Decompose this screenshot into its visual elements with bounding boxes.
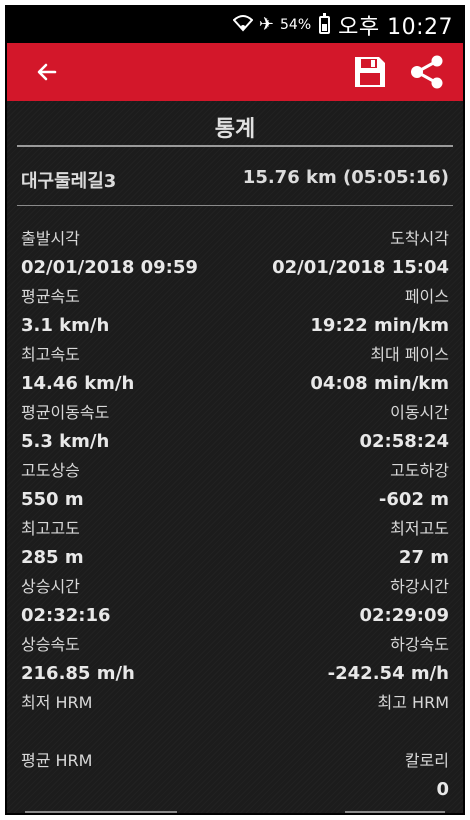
stat-ascent-speed: 상승속도 216.85 m/h (21, 631, 135, 684)
stat-value: 550 m (21, 489, 84, 510)
stat-label: 상승속도 (21, 635, 80, 654)
stat-descent-speed: 하강속도 -242.54 m/h (328, 631, 449, 684)
battery-icon (319, 13, 331, 34)
stat-value: -602 m (378, 489, 449, 510)
stat-max-pace: 최대 페이스 04:08 min/km (310, 341, 449, 394)
stat-arrival: 도착시각 02/01/2018 15:04 (272, 225, 449, 278)
stat-label: 최고고도 (21, 519, 80, 538)
route-distance-time: 15.76 km (05:05:16) (242, 167, 449, 188)
stat-label: 상승시간 (21, 577, 80, 596)
section-title: 통계 (214, 117, 256, 142)
stat-label: 평균이동속도 (21, 403, 110, 422)
stat-value: 216.85 m/h (21, 663, 135, 684)
phone-screen: ✈ 54% 오후 10:27 통계 대구둘레길3 15.76 km (05:05… (5, 5, 465, 815)
app-bar (7, 43, 463, 101)
stat-label: 도착시각 (390, 229, 449, 248)
stat-value: 0 (436, 779, 449, 800)
stat-pace: 페이스 19:22 min/km (310, 283, 449, 336)
stat-average-hrm: 평균 HRM (21, 747, 92, 779)
stat-label: 출발시각 (21, 229, 80, 248)
stat-label: 고도상승 (21, 461, 80, 480)
route-divider (17, 205, 453, 206)
title-divider (17, 145, 453, 147)
battery-percent: 54% (280, 17, 312, 33)
stat-value: 14.46 km/h (21, 373, 135, 394)
stat-label: 평균 HRM (21, 751, 93, 770)
stat-label: 페이스 (404, 287, 449, 306)
airplane-icon: ✈ (258, 14, 274, 35)
stat-value: 04:08 min/km (310, 373, 449, 394)
stat-value: 02:58:24 (359, 431, 449, 452)
status-bar: ✈ 54% 오후 10:27 (7, 7, 463, 43)
stat-elevation-loss: 고도하강 -602 m (379, 457, 449, 510)
floppy-disk-icon[interactable] (353, 55, 387, 89)
stat-label: 최고속도 (21, 345, 80, 364)
stat-calories: 칼로리 0 (405, 747, 449, 800)
route-name: 대구둘레길3 (21, 171, 117, 192)
stat-label: 최저 HRM (21, 693, 93, 712)
stat-value: -242.54 m/h (327, 663, 449, 684)
clock: 오후 10:27 (338, 15, 453, 40)
stat-label: 칼로리 (404, 751, 449, 770)
stat-label: 최대 페이스 (370, 345, 449, 364)
stat-value: 02/01/2018 15:04 (272, 257, 449, 278)
stat-label: 평균속도 (21, 287, 80, 306)
wifi-icon (232, 14, 254, 36)
stat-value: 19:22 min/km (310, 315, 449, 336)
stat-max-altitude: 최고고도 285 m (21, 515, 84, 568)
stat-descent-time: 하강시간 02:29:09 (359, 573, 449, 626)
stat-value: 3.1 km/h (21, 315, 110, 336)
stat-label: 최저고도 (390, 519, 449, 538)
bottom-button-left[interactable] (25, 811, 177, 813)
stat-max-hrm: 최고 HRM (378, 689, 449, 721)
stat-average-speed: 평균속도 3.1 km/h (21, 283, 109, 336)
stat-value: 02/01/2018 09:59 (21, 257, 198, 278)
stat-min-hrm: 최저 HRM (21, 689, 92, 721)
stat-label: 하강속도 (390, 635, 449, 654)
stat-label: 최고 HRM (377, 693, 449, 712)
share-icon[interactable] (409, 55, 445, 89)
stat-moving-time: 이동시간 02:58:24 (359, 399, 449, 452)
stat-min-altitude: 최저고도 27 m (390, 515, 449, 568)
stat-max-speed: 최고속도 14.46 km/h (21, 341, 134, 394)
stat-elevation-gain: 고도상승 550 m (21, 457, 84, 510)
stat-label: 이동시간 (390, 403, 449, 422)
stat-average-moving-speed: 평균이동속도 5.3 km/h (21, 399, 109, 452)
stat-value: 02:32:16 (21, 605, 111, 626)
stat-departure: 출발시각 02/01/2018 09:59 (21, 225, 198, 278)
arrow-left-icon[interactable] (29, 54, 65, 90)
stat-label: 하강시간 (390, 577, 449, 596)
stat-label: 고도하강 (390, 461, 449, 480)
stat-value: 02:29:09 (359, 605, 449, 626)
stat-value: 5.3 km/h (21, 431, 110, 452)
stat-value: 27 m (398, 547, 449, 568)
stats-panel: 통계 대구둘레길3 15.76 km (05:05:16) 출발시각 02/01… (7, 101, 463, 813)
bottom-button-right[interactable] (345, 811, 445, 813)
stat-value: 285 m (21, 547, 84, 568)
stat-ascent-time: 상승시간 02:32:16 (21, 573, 111, 626)
